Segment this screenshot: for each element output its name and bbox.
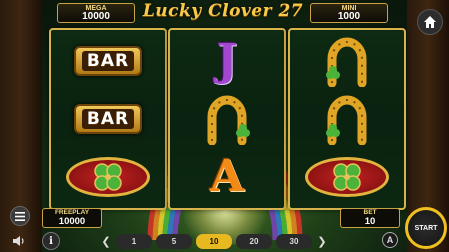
bar-symbol: BAR bbox=[74, 46, 142, 76]
horseshoe-icon bbox=[207, 95, 250, 145]
mega-jackpot: MEGA 10000 bbox=[57, 3, 135, 23]
bar-label: BAR bbox=[81, 109, 135, 129]
mini-jackpot: MINI 1000 bbox=[310, 3, 388, 23]
letter-j-symbol: J bbox=[216, 35, 238, 86]
reel-3-symbol-horseshoe bbox=[290, 32, 404, 90]
freeplay-balance: FREEPLAY 10000 bbox=[42, 208, 102, 228]
game-title: Lucky Clover 27 bbox=[142, 1, 304, 21]
bet-next-arrow-icon[interactable]: ❯ bbox=[316, 234, 328, 249]
four-leaf-clover-icon bbox=[333, 163, 361, 191]
horseshoe-icon bbox=[326, 37, 367, 87]
bet-option[interactable]: 5 bbox=[156, 234, 192, 249]
menu-button[interactable] bbox=[10, 206, 30, 226]
bar-symbol: BAR bbox=[74, 104, 142, 134]
reel-1-symbol-bar: BAR bbox=[51, 32, 165, 90]
reel-2-symbol-j: J bbox=[170, 32, 284, 90]
autoplay-button[interactable]: A bbox=[382, 232, 398, 248]
horseshoe-icon bbox=[326, 95, 367, 145]
letter-a-symbol: A bbox=[209, 151, 245, 202]
bet-option[interactable]: 1 bbox=[116, 234, 152, 249]
info-button[interactable]: i bbox=[42, 232, 60, 250]
reel-2-symbol-horseshoe bbox=[170, 90, 284, 148]
reel-3 bbox=[288, 28, 406, 210]
bet-selector: ❮ 1 5 10 20 30 ❯ bbox=[100, 233, 336, 250]
home-button[interactable] bbox=[417, 9, 443, 35]
bet-option[interactable]: 30 bbox=[276, 234, 312, 249]
reel-1-symbol-bar: BAR bbox=[51, 90, 165, 148]
mega-value: 10000 bbox=[82, 11, 110, 22]
start-label: START bbox=[414, 224, 438, 232]
start-button[interactable]: START bbox=[405, 207, 447, 249]
reel-1: BAR BAR bbox=[49, 28, 167, 210]
game-screen: MEGA 10000 Lucky Clover 27 MINI 1000 BAR… bbox=[0, 0, 449, 252]
mini-value: 1000 bbox=[337, 11, 361, 22]
bet-display: BET 10 bbox=[340, 208, 400, 228]
bet-prev-arrow-icon[interactable]: ❮ bbox=[100, 234, 112, 249]
freeplay-value: 10000 bbox=[58, 215, 86, 227]
clover-symbol bbox=[66, 157, 150, 197]
bar-label: BAR bbox=[81, 51, 135, 71]
reel-2-symbol-a: A bbox=[170, 148, 284, 206]
bet-option[interactable]: 20 bbox=[236, 234, 272, 249]
speaker-icon[interactable] bbox=[12, 234, 26, 248]
hamburger-menu-icon bbox=[15, 211, 25, 221]
four-leaf-clover-icon bbox=[94, 163, 122, 191]
bet-value: 10 bbox=[364, 215, 376, 227]
bet-option-selected[interactable]: 10 bbox=[196, 234, 232, 249]
reel-3-symbol-horseshoe bbox=[290, 90, 404, 148]
home-icon bbox=[424, 16, 436, 28]
clover-symbol bbox=[305, 157, 389, 197]
reel-3-symbol-clover bbox=[290, 148, 404, 206]
reel-1-symbol-clover bbox=[51, 148, 165, 206]
reel-2: J A bbox=[168, 28, 286, 210]
